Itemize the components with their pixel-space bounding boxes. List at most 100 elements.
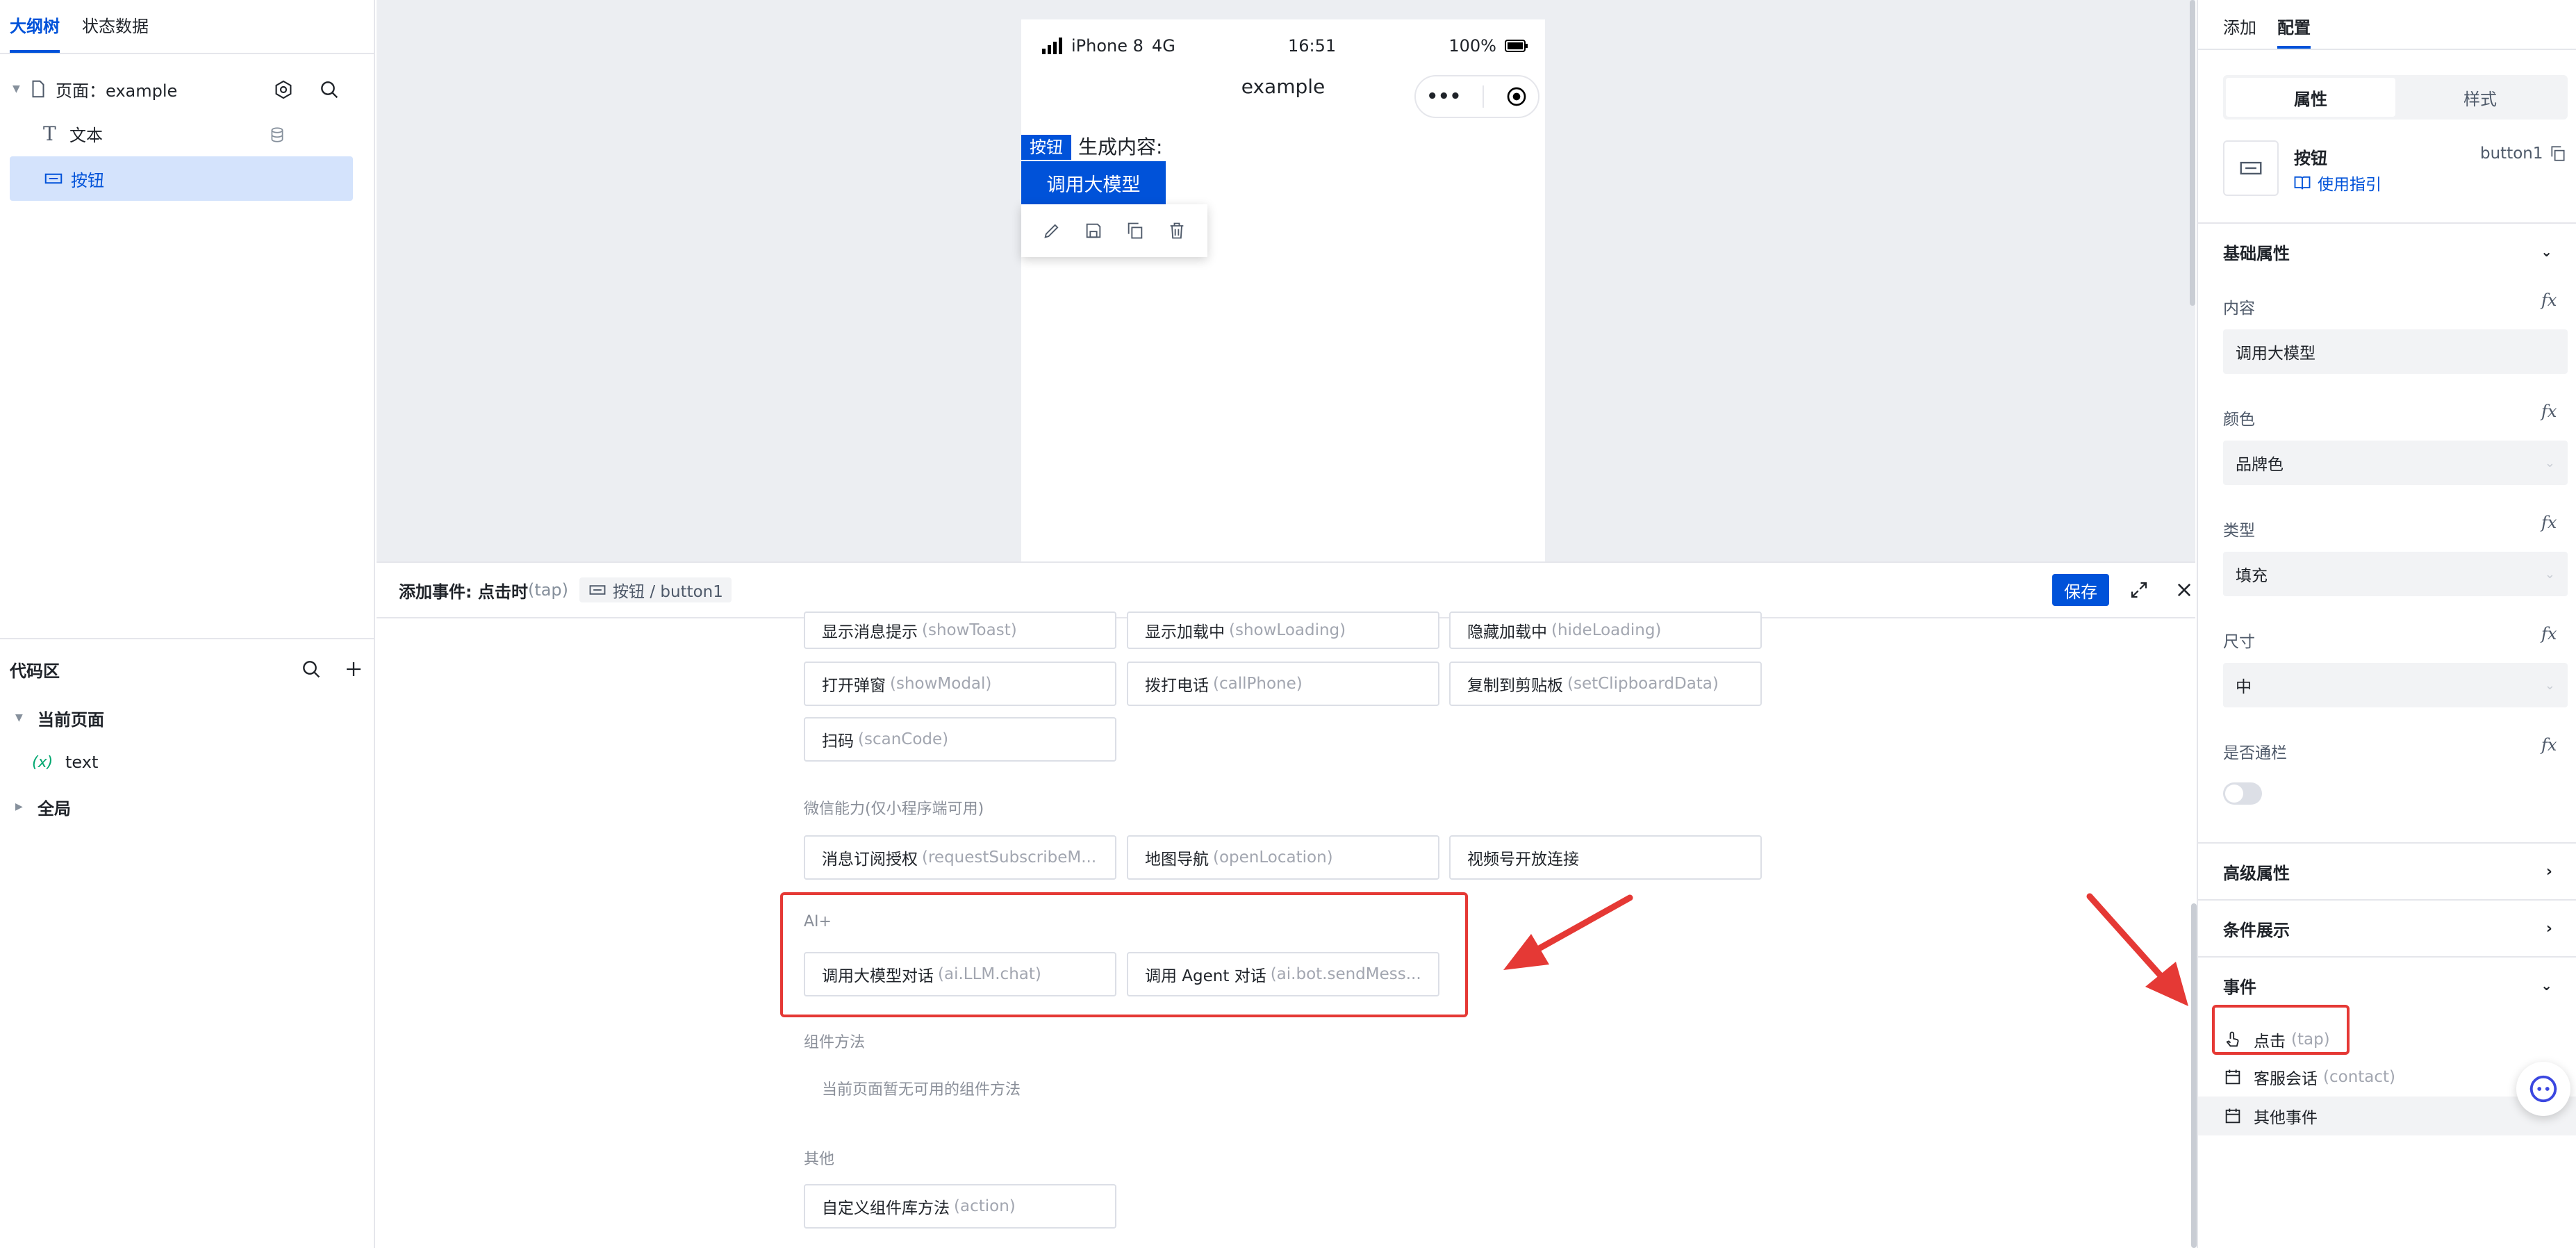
button-icon	[2240, 161, 2262, 175]
save-button[interactable]: 保存	[2052, 574, 2109, 606]
code-current-page[interactable]: ▼ 当前页面	[15, 696, 104, 740]
more-icon[interactable]: •••	[1426, 86, 1461, 107]
add-icon[interactable]	[343, 659, 364, 680]
event-option-showToast[interactable]: 显示消息提示 (showToast)	[804, 611, 1116, 649]
variable-icon: (x)	[32, 753, 53, 771]
event-option-hideLoading[interactable]: 隐藏加载中 (hideLoading)	[1449, 611, 1762, 649]
expand-icon[interactable]	[2129, 580, 2149, 600]
content-label: 生成内容:	[1078, 136, 1163, 158]
text-icon: T	[43, 122, 56, 145]
highlight-box-tap	[2212, 1005, 2350, 1055]
code-area-header: 代码区	[10, 652, 364, 687]
type-label: 类型	[2223, 522, 2255, 540]
tree-item-label: 文本	[69, 125, 103, 145]
search-icon[interactable]	[318, 79, 340, 101]
size-value: 中	[2236, 678, 2252, 696]
tab-state-data[interactable]: 状态数据	[82, 0, 149, 53]
code-var-text[interactable]: (x) text	[32, 740, 98, 785]
tree-page-row[interactable]: ▼ 页面：example	[13, 67, 360, 111]
advanced-props-header[interactable]: 高级属性 ›	[2198, 842, 2576, 899]
event-option-showModal[interactable]: 打开弹窗 (showModal)	[804, 662, 1116, 706]
event-option-openLocation[interactable]: 地图导航 (openLocation)	[1127, 835, 1439, 880]
component-id-text: button1	[2480, 145, 2543, 163]
tree-item-text[interactable]: T 文本	[43, 111, 363, 156]
status-bar: iPhone 8 4G 16:51 100%	[1042, 32, 1528, 60]
type-select[interactable]: 填充 ⌄	[2223, 552, 2568, 596]
event-panel-title-en: (tap)	[527, 580, 569, 600]
color-select[interactable]: 品牌色 ⌄	[2223, 441, 2568, 485]
annotation-arrow-right	[2086, 893, 2188, 1006]
close-icon[interactable]	[2174, 580, 2194, 600]
usage-guide-link[interactable]: 使用指引	[2293, 171, 2381, 195]
carrier: iPhone 8	[1071, 36, 1143, 56]
condition-title: 条件展示	[2223, 920, 2290, 940]
advanced-props-title: 高级属性	[2223, 863, 2290, 883]
basic-props-header[interactable]: 基础属性 ⌄	[2198, 222, 2576, 279]
subtab-properties[interactable]: 属性	[2226, 78, 2395, 117]
calendar-icon	[2225, 1108, 2240, 1124]
event-item-contact[interactable]: 客服会话 (contact)	[2223, 1059, 2395, 1095]
close-target-icon[interactable]	[1505, 85, 1528, 108]
fx-icon[interactable]: fx	[2541, 624, 2557, 643]
delete-icon[interactable]	[1167, 221, 1187, 240]
code-global[interactable]: ▶ 全局	[15, 785, 71, 829]
block-toggle[interactable]	[2223, 782, 2262, 805]
chevron-down-icon: ⌄	[2544, 455, 2555, 470]
event-option-channels[interactable]: 视频号开放连接	[1449, 835, 1762, 880]
fx-icon[interactable]: fx	[2541, 735, 2557, 755]
block-label: 是否通栏	[2223, 744, 2287, 762]
breadcrumb-text: 按钮 / button1	[613, 583, 723, 601]
component-toolbar	[1021, 204, 1207, 257]
fx-icon[interactable]: fx	[2541, 513, 2557, 532]
copy-icon[interactable]	[1125, 221, 1145, 240]
tab-outline[interactable]: 大纲树	[10, 0, 60, 53]
event-option-callPhone[interactable]: 拨打电话 (callPhone)	[1127, 662, 1439, 706]
event-label: 客服会话	[2254, 1070, 2318, 1088]
assistant-fab[interactable]	[2516, 1062, 2570, 1116]
tree-item-button[interactable]: 按钮	[10, 156, 353, 201]
condition-header[interactable]: 条件展示 ›	[2198, 899, 2576, 956]
event-option-requestSubscribe[interactable]: 消息订阅授权 (requestSubscribeM...	[804, 835, 1116, 880]
event-panel: 添加事件: 点击时 (tap) 按钮 / button1 保存 显示消息提示 (s…	[377, 561, 2197, 1248]
current-page-label: 当前页面	[38, 709, 104, 730]
event-label-en: (contact)	[2323, 1068, 2396, 1086]
clock: 16:51	[1288, 36, 1337, 56]
database-icon	[271, 127, 283, 142]
content-input[interactable]: 调用大模型	[2223, 329, 2568, 374]
fx-icon[interactable]: fx	[2541, 290, 2557, 310]
left-panel: 大纲树 状态数据 ▼ 页面：example T 文本 按钮 代码区 ▼ 当前页面…	[0, 0, 375, 1248]
copy-icon[interactable]	[2549, 145, 2567, 163]
caret-down-icon: ▼	[13, 83, 20, 95]
caret-right-icon: ▶	[15, 801, 23, 812]
event-option-setClipboardData[interactable]: 复制到剪贴板 (setClipboardData)	[1449, 662, 1762, 706]
tab-config[interactable]: 配置	[2277, 0, 2311, 49]
event-option-llm-chat[interactable]: 调用大模型对话 (ai.LLM.chat)	[804, 952, 1116, 996]
page-icon	[32, 80, 44, 98]
settings-icon[interactable]	[272, 79, 295, 101]
selection-tag: 按钮	[1021, 135, 1071, 160]
annotation-arrow-left	[1503, 894, 1633, 970]
search-icon[interactable]	[300, 658, 322, 680]
calendar-icon	[2225, 1069, 2240, 1085]
chevron-down-icon: ⌄	[2541, 243, 2552, 260]
component-icon-box	[2223, 140, 2279, 196]
edit-icon[interactable]	[1042, 221, 1062, 240]
component-methods-label: 组件方法	[804, 1034, 866, 1051]
event-option-agent-chat[interactable]: 调用 Agent 对话 (ai.bot.sendMess...	[1127, 952, 1439, 996]
size-select[interactable]: 中 ⌄	[2223, 663, 2568, 707]
canvas-scrollbar[interactable]	[2190, 0, 2195, 306]
subtab-style[interactable]: 样式	[2395, 78, 2565, 117]
tab-add[interactable]: 添加	[2223, 0, 2256, 49]
event-option-showLoading[interactable]: 显示加载中 (showLoading)	[1127, 611, 1439, 649]
event-option-action[interactable]: 自定义组件库方法 (action)	[804, 1184, 1116, 1229]
right-panel: 添加 配置 属性 样式 按钮 使用指引 button1 基础属性 ⌄ 内容 fx…	[2197, 0, 2576, 1248]
global-label: 全局	[38, 798, 71, 819]
phone-llm-button[interactable]: 调用大模型	[1021, 161, 1166, 204]
event-option-scanCode[interactable]: 扫码 (scanCode)	[804, 717, 1116, 762]
chevron-right-icon: ›	[2545, 919, 2552, 937]
save-icon[interactable]	[1084, 221, 1103, 240]
fx-icon[interactable]: fx	[2541, 402, 2557, 421]
divider	[0, 638, 374, 639]
button-icon	[589, 585, 606, 595]
signal-icon	[1042, 38, 1062, 54]
